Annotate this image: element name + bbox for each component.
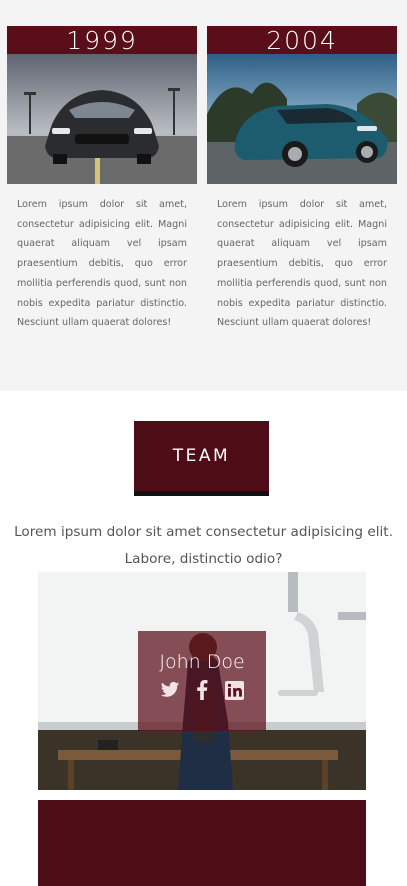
history-text: Lorem ipsum dolor sit amet, consectetur … bbox=[217, 199, 387, 329]
car-photo-mustang bbox=[7, 54, 197, 184]
twitter-icon[interactable] bbox=[159, 679, 181, 701]
history-text: Lorem ipsum dolor sit amet, consectetur … bbox=[17, 199, 187, 329]
facebook-icon[interactable] bbox=[191, 679, 213, 701]
team-button[interactable]: TEAM bbox=[134, 421, 269, 496]
team-member-name: John Doe bbox=[159, 651, 245, 673]
car-photo-polo bbox=[207, 54, 397, 184]
linkedin-icon[interactable] bbox=[223, 679, 245, 701]
team-intro-text: Lorem ipsum dolor sit amet consectetur a… bbox=[14, 524, 393, 567]
team-member-card[interactable]: John Doe bbox=[38, 572, 366, 790]
team-member-overlay: John Doe bbox=[138, 631, 266, 731]
history-section: 1999 Lorem ipsum dolor sit amet, consect… bbox=[0, 0, 407, 391]
history-year: 2004 bbox=[207, 26, 397, 55]
team-member-card-next[interactable] bbox=[38, 800, 366, 886]
history-card-1999: 1999 Lorem ipsum dolor sit amet, consect… bbox=[7, 26, 197, 333]
history-year: 1999 bbox=[7, 26, 197, 55]
social-links bbox=[138, 679, 266, 701]
history-card-2004: 2004 Lorem ipsum dolor sit amet, consect… bbox=[207, 26, 397, 333]
